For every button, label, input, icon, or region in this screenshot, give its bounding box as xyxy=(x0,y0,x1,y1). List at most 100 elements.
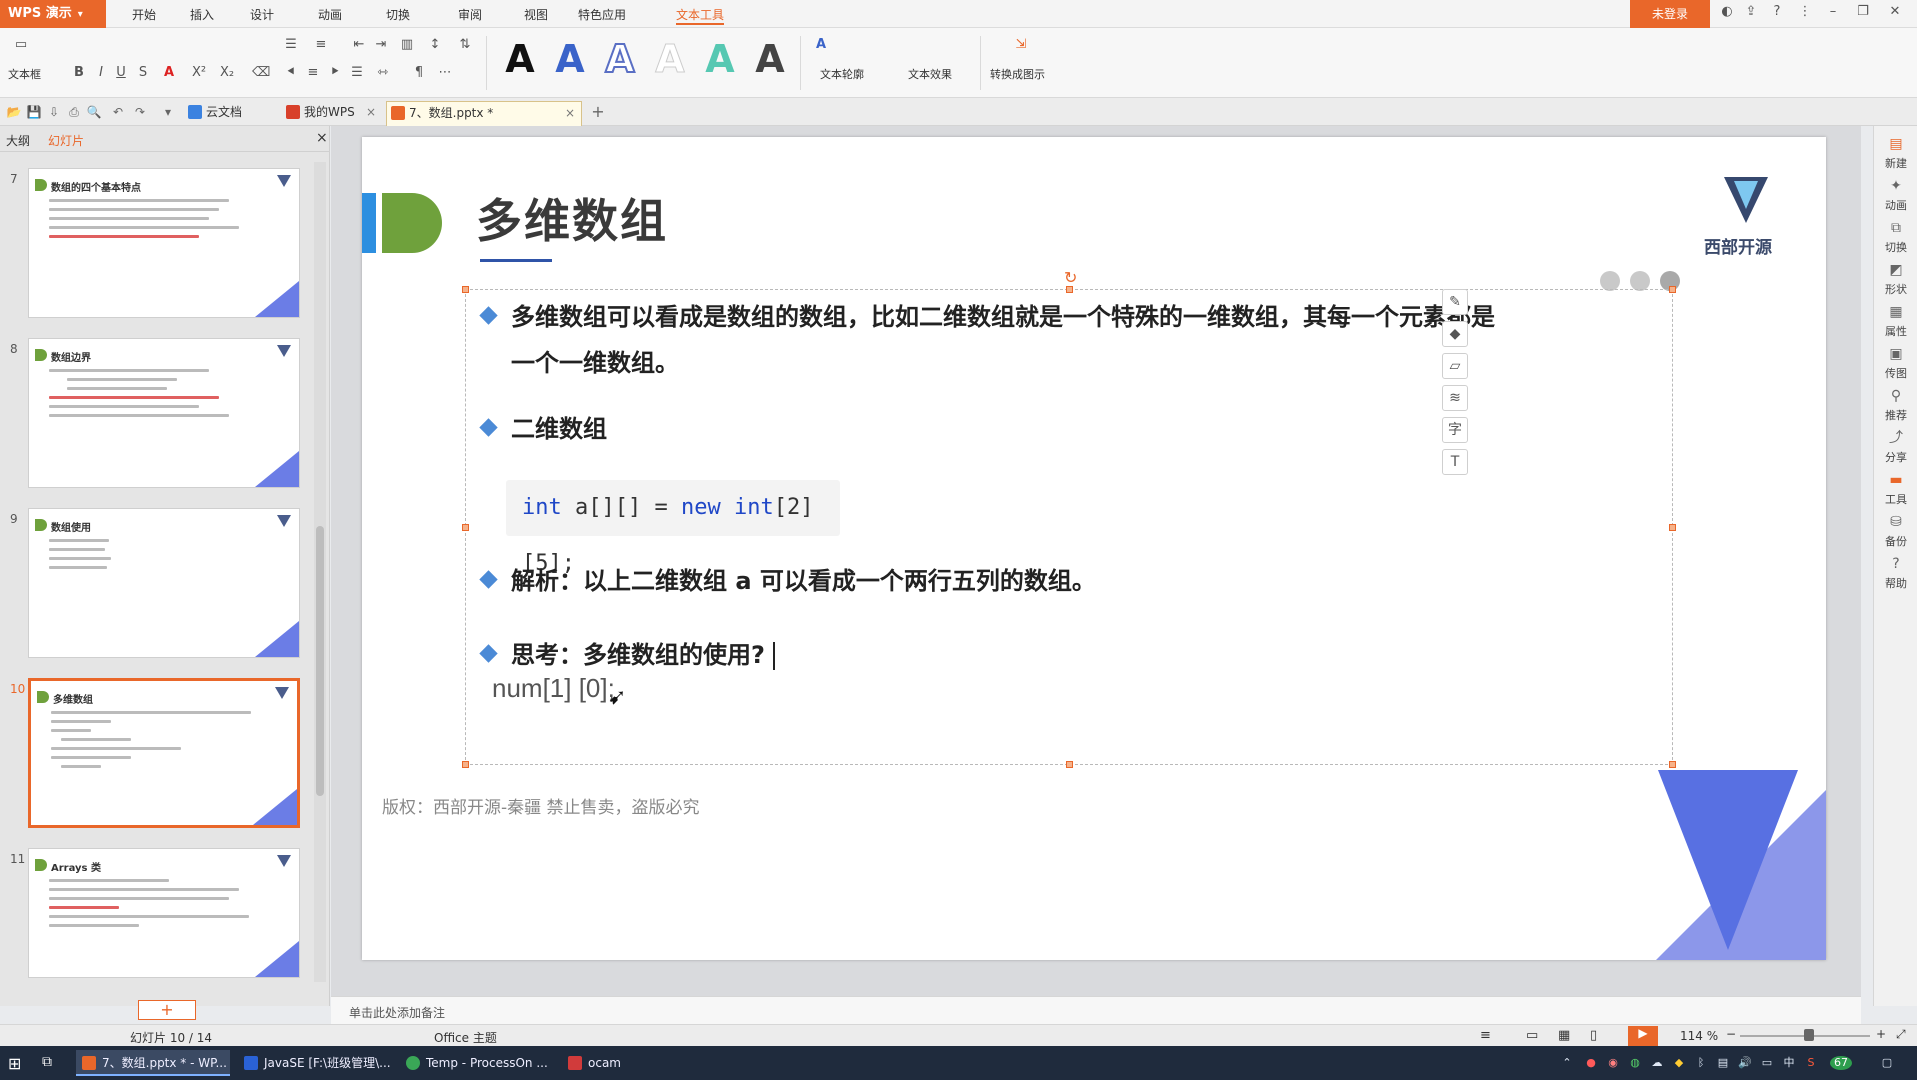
italic-button[interactable]: I xyxy=(92,64,110,82)
task-view-icon[interactable]: ⧉ xyxy=(42,1054,52,1070)
taskbar-item-intellij[interactable]: JavaSE [F:\班级管理\... xyxy=(238,1050,394,1076)
text-effect-button[interactable]: 文本效果 xyxy=(908,66,952,82)
tab-my-wps[interactable]: 我的WPS × xyxy=(282,101,382,126)
notes-pane[interactable]: 单击此处添加备注 xyxy=(331,996,1861,1024)
text-outline-button[interactable]: 文本轮廓 xyxy=(820,66,864,82)
close-tab-icon[interactable]: × xyxy=(565,102,575,124)
numbered-list-icon[interactable]: ≡ xyxy=(312,36,330,54)
handwritten-code-note[interactable]: num[1] [0]; xyxy=(492,673,615,704)
bullet-list-icon[interactable]: ☰ xyxy=(282,36,300,54)
close-panel-icon[interactable]: × xyxy=(316,130,328,146)
more-icon[interactable]: ⋮ xyxy=(1794,4,1816,24)
wordart-style-blue[interactable]: A xyxy=(548,36,592,82)
indent-increase-icon[interactable]: ⇥ xyxy=(372,36,390,54)
rtool-recommend[interactable]: ⚲ 推荐 xyxy=(1874,388,1917,423)
wordart-style-black[interactable]: A xyxy=(498,36,542,82)
rtool-backup[interactable]: ⛁ 备份 xyxy=(1874,514,1917,549)
wps-app-menu[interactable]: WPS 演示 ▾ xyxy=(0,0,106,28)
line-spacing-icon[interactable]: ↕ xyxy=(426,36,444,54)
share-icon[interactable]: ⇪ xyxy=(1740,4,1762,24)
font-color-button[interactable]: A xyxy=(160,64,178,82)
align-center-icon[interactable]: ≡ xyxy=(304,64,322,82)
tray-record-icon[interactable]: ● xyxy=(1584,1056,1598,1070)
underline-button[interactable]: U xyxy=(112,64,130,82)
rtool-upload-image[interactable]: ▣ 传图 xyxy=(1874,346,1917,381)
layers-icon[interactable]: ≋ xyxy=(1442,385,1468,411)
rtool-transition[interactable]: ⧉ 切换 xyxy=(1874,220,1917,255)
notification-badge[interactable]: 67 xyxy=(1830,1056,1852,1070)
menu-animation[interactable]: 动画 xyxy=(318,6,342,23)
paragraph-spacing-icon[interactable]: ¶ xyxy=(410,64,428,82)
new-tab-button[interactable]: + xyxy=(590,104,606,120)
taskbar-item-wps[interactable]: 7、数组.pptx * - WP... xyxy=(76,1050,230,1076)
text-wrap-icon[interactable]: 字 xyxy=(1442,417,1468,443)
close-tab-icon[interactable]: × xyxy=(366,101,376,123)
wordart-style-teal[interactable]: A xyxy=(698,36,742,82)
tab-slides[interactable]: 幻灯片 xyxy=(48,132,84,149)
close-icon[interactable]: ✕ xyxy=(1884,4,1906,24)
rtool-new[interactable]: ▤ 新建 xyxy=(1874,136,1917,171)
tray-cloud-icon[interactable]: ☁ xyxy=(1650,1056,1664,1070)
menu-home[interactable]: 开始 xyxy=(132,6,156,23)
tray-security-icon[interactable]: ◆ xyxy=(1672,1056,1686,1070)
tray-wechat-icon[interactable]: ◍ xyxy=(1628,1056,1642,1070)
rtool-help[interactable]: ? 帮助 xyxy=(1874,556,1917,591)
slide-title[interactable]: 多维数组 xyxy=(476,185,668,251)
rtool-shape[interactable]: ◩ 形状 xyxy=(1874,262,1917,297)
content-textbox-selected[interactable]: ↻ 多维数组可以看成是数组的数组，比如二维数组就是一个特殊的一维数组，其每一个元… xyxy=(462,268,1676,768)
tray-battery-icon[interactable]: ▭ xyxy=(1760,1056,1774,1070)
slide-thumbnail[interactable]: 数组使用 xyxy=(28,508,300,658)
resize-handle[interactable] xyxy=(1066,286,1073,293)
distribute-icon[interactable]: ⇿ xyxy=(374,64,392,82)
indent-decrease-icon[interactable]: ⇤ xyxy=(350,36,368,54)
notes-placeholder[interactable]: 单击此处添加备注 xyxy=(349,1004,445,1021)
preview-icon[interactable]: 🔍 xyxy=(86,104,102,120)
resize-handle[interactable] xyxy=(1066,761,1073,768)
align-right-icon[interactable]: ⯈ xyxy=(326,64,344,82)
zoom-slider-thumb[interactable] xyxy=(1804,1029,1814,1041)
save-icon[interactable]: 💾 xyxy=(26,104,42,120)
wordart-style-outline-gray[interactable]: A xyxy=(648,36,692,82)
subscript-button[interactable]: X₂ xyxy=(218,64,236,82)
para-settings-icon[interactable]: ⋯ xyxy=(436,64,454,82)
convert-smartart-button[interactable]: 转换成图示 xyxy=(990,66,1045,82)
action-center-icon[interactable]: ▢ xyxy=(1880,1056,1894,1070)
normal-view-icon[interactable]: ▭ xyxy=(1526,1028,1538,1043)
slide-thumbnail-selected[interactable]: 多维数组 xyxy=(28,678,300,828)
clear-format-icon[interactable]: ⌫ xyxy=(252,64,270,82)
columns-icon[interactable]: ▥ xyxy=(398,36,416,54)
tray-network-icon[interactable]: ▤ xyxy=(1716,1056,1730,1070)
rtool-tools[interactable]: ▬ 工具 xyxy=(1874,472,1917,507)
bold-button[interactable]: B xyxy=(70,64,88,82)
strikethrough-button[interactable]: S xyxy=(134,64,152,82)
redo-icon[interactable]: ↷ xyxy=(132,104,148,120)
rtool-animation[interactable]: ✦ 动画 xyxy=(1874,178,1917,213)
slide-thumbnail[interactable]: Arrays 类 xyxy=(28,848,300,978)
resize-handle[interactable] xyxy=(1669,524,1676,531)
zoom-in-icon[interactable]: + xyxy=(1876,1027,1886,1041)
tab-cloud-docs[interactable]: 云文档 xyxy=(184,101,274,126)
text-effect-icon[interactable]: T xyxy=(1442,449,1468,475)
tray-bluetooth-icon[interactable]: ᛒ xyxy=(1694,1056,1708,1070)
superscript-button[interactable]: X² xyxy=(190,64,208,82)
resize-handle[interactable] xyxy=(462,286,469,293)
menu-design[interactable]: 设计 xyxy=(250,6,274,23)
outline-icon[interactable]: ▱ xyxy=(1442,353,1468,379)
export-pdf-icon[interactable]: ⇩ xyxy=(46,104,62,120)
restore-icon[interactable]: ❐ xyxy=(1852,4,1874,24)
open-folder-icon[interactable]: 📂 xyxy=(6,104,22,120)
menu-text-tools[interactable]: 文本工具 xyxy=(676,6,725,25)
notes-toggle-icon[interactable]: ≡ xyxy=(1480,1028,1491,1043)
slide[interactable]: 多维数组 西部开源 ↻ 多维数组可以看成是数组的数组，比如二维数组就是一个特殊的… xyxy=(362,137,1826,960)
edit-shape-icon[interactable]: ✎ xyxy=(1442,289,1468,315)
tray-volume-icon[interactable]: 🔊 xyxy=(1738,1056,1752,1070)
rtool-properties[interactable]: ▦ 属性 xyxy=(1874,304,1917,339)
wordart-style-outline-blue[interactable]: A xyxy=(598,36,642,82)
menu-special[interactable]: 特色应用 xyxy=(578,6,626,23)
slide-sorter-icon[interactable]: ▦ xyxy=(1558,1028,1570,1043)
help-icon[interactable]: ? xyxy=(1766,4,1788,24)
minimize-icon[interactable]: – xyxy=(1822,4,1844,24)
fit-window-icon[interactable]: ⤢ xyxy=(1896,1027,1906,1042)
textbox-icon[interactable]: ▭ xyxy=(12,36,30,54)
text-fill-icon[interactable]: A xyxy=(812,36,830,54)
